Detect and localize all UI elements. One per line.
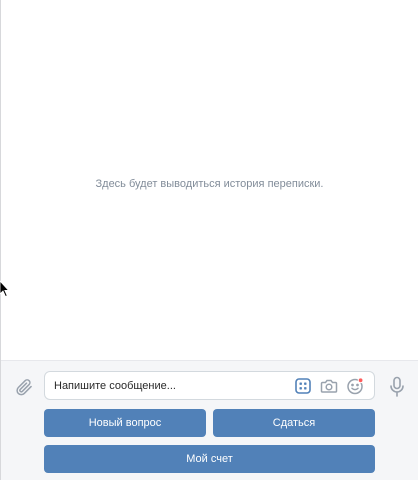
history-placeholder-text: Здесь будет выводиться история переписки… [95,178,324,190]
chat-window: Здесь будет выводиться история переписки… [0,0,418,480]
message-composer [44,371,375,400]
attach-button[interactable] [13,376,35,398]
camera-button[interactable] [319,376,339,396]
emoji-button[interactable] [345,376,365,396]
microphone-icon [390,376,404,397]
message-input[interactable] [54,372,284,399]
smile-icon [347,377,364,395]
my-score-button[interactable]: Мой счет [44,445,375,473]
paperclip-icon [16,379,32,396]
bot-keyboard-icon [295,378,311,394]
bot-keyboard-toggle-button[interactable] [293,376,313,396]
camera-icon [320,379,338,393]
mouse-cursor-icon [0,280,9,298]
composer-panel: Новый вопрос Сдаться Мой счет [1,360,418,480]
message-history: Здесь будет выводиться история переписки… [1,0,418,360]
voice-message-button[interactable] [386,375,408,399]
new-question-button[interactable]: Новый вопрос [44,409,206,437]
give-up-button[interactable]: Сдаться [213,409,375,437]
